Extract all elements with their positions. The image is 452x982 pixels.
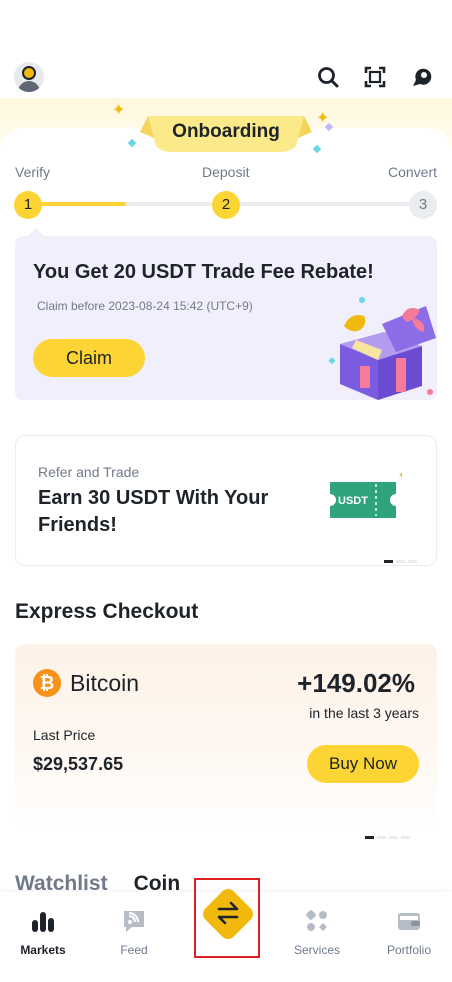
- search-icon[interactable]: [316, 65, 340, 89]
- refer-pager: [384, 550, 420, 563]
- express-checkout-title: Express Checkout: [15, 600, 199, 623]
- price-change: +149.02%: [297, 668, 415, 698]
- step-3-indicator[interactable]: 3: [409, 191, 437, 219]
- last-price-label: Last Price: [33, 727, 96, 743]
- ticket-icon: USDT ✦: [330, 472, 402, 518]
- step-2-indicator[interactable]: 2: [212, 191, 240, 219]
- nav-markets[interactable]: Markets: [3, 902, 83, 957]
- avatar-icon[interactable]: [14, 62, 44, 92]
- onboarding-title: Onboarding: [172, 121, 280, 142]
- refer-label: Refer and Trade: [38, 464, 140, 480]
- nav-portfolio-label: Portfolio: [386, 943, 432, 957]
- tab-coin[interactable]: Coin: [134, 872, 181, 894]
- nav-feed[interactable]: Feed: [94, 902, 174, 957]
- portfolio-icon: [398, 913, 420, 930]
- gift-box-icon: [328, 297, 436, 400]
- nav-feed-label: Feed: [120, 943, 148, 957]
- nav-portfolio[interactable]: Portfolio: [369, 902, 449, 957]
- step-label-verify: Verify: [15, 164, 51, 180]
- svg-text:✦: ✦: [398, 472, 402, 480]
- tab-watchlist[interactable]: Watchlist: [15, 872, 108, 894]
- onboarding-step-labels: Verify Deposit Convert: [15, 164, 437, 184]
- coin-name: Bitcoin: [70, 670, 140, 696]
- scan-icon[interactable]: [363, 65, 387, 89]
- step-1-indicator[interactable]: 1: [14, 191, 42, 219]
- refer-title: Earn 30 USDT With Your Friends!: [38, 487, 269, 536]
- feed-icon: [124, 911, 144, 932]
- nav-markets-label: Markets: [20, 943, 66, 957]
- rebate-title: You Get 20 USDT Trade Fee Rebate!: [33, 261, 374, 283]
- support-icon[interactable]: [410, 65, 434, 89]
- rebate-pointer: [28, 228, 44, 236]
- claim-button[interactable]: Claim: [33, 339, 145, 377]
- ticket-label: USDT: [338, 495, 368, 507]
- progress-fill: [28, 202, 126, 206]
- bitcoin-icon: ₿: [33, 669, 61, 697]
- rebate-deadline: Claim before 2023-08-24 15:42 (UTC+9): [37, 299, 253, 313]
- trade-icon: [217, 901, 239, 925]
- last-price-value: $29,537.65: [33, 754, 124, 774]
- express-pager: [365, 826, 413, 839]
- buy-now-button[interactable]: Buy Now: [307, 745, 419, 783]
- price-change-period: in the last 3 years: [309, 705, 419, 721]
- markets-icon: [32, 912, 54, 932]
- step-label-deposit: Deposit: [202, 164, 250, 180]
- nav-services-label: Services: [293, 943, 340, 957]
- services-icon: [306, 910, 327, 931]
- nav-services[interactable]: Services: [277, 902, 357, 957]
- top-bar: [0, 60, 452, 96]
- sparkle-icon: ✦: [112, 102, 126, 119]
- step-label-convert: Convert: [387, 164, 437, 180]
- market-tabs: Watchlist Coin: [15, 872, 206, 894]
- nav-trade[interactable]: [194, 878, 260, 958]
